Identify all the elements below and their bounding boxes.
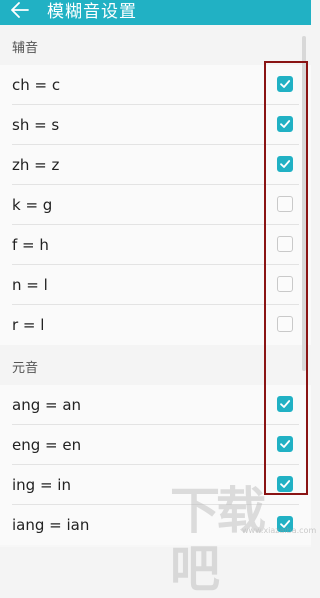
item-label: ing = in [12, 476, 71, 494]
item-label: k = g [12, 196, 53, 214]
item-label: r = l [12, 316, 45, 334]
item-label: n = l [12, 276, 48, 294]
item-label: sh = s [12, 116, 60, 134]
item-label: eng = en [12, 436, 82, 454]
item-label: zh = z [12, 156, 60, 174]
watermark-text: 下载吧 [170, 482, 266, 598]
watermark-url: www.xiazaiba.com [242, 526, 317, 535]
page-title: 模糊音设置 [47, 2, 137, 22]
highlight-box [264, 61, 308, 495]
app-bar: 模糊音设置 [0, 0, 311, 25]
item-label: iang = ian [12, 516, 90, 534]
back-arrow-icon[interactable] [8, 1, 32, 23]
item-label: ch = c [12, 76, 61, 94]
watermark-logo: 下载吧 www.xiazaiba.com [170, 482, 316, 598]
item-label: ang = an [12, 396, 82, 414]
section-header: 辅音 [0, 25, 311, 65]
item-label: f = h [12, 236, 49, 254]
